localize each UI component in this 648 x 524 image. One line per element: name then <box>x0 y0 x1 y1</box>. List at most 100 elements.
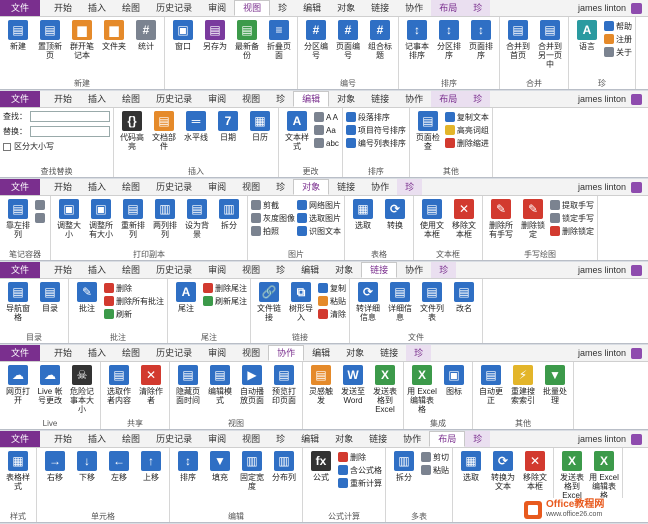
small-button[interactable]: 重新计算 <box>338 477 382 489</box>
ribbon-button[interactable]: ☁ 网页打开 <box>3 364 33 405</box>
small-button[interactable]: 关于 <box>604 46 632 58</box>
ribbon-button[interactable]: A 文本样式 <box>282 110 312 151</box>
tab-10[interactable]: 链接 <box>363 91 397 107</box>
ribbon-button[interactable]: ▤ 页面检查 <box>413 110 443 151</box>
tab-6[interactable]: 视图 <box>234 345 268 361</box>
ribbon-button[interactable]: ▤ 选取作者内容 <box>104 364 134 405</box>
ribbon-button[interactable]: ▤ 文档部件 <box>149 110 179 151</box>
ribbon-button[interactable]: ▤ 编辑模式 <box>205 364 235 405</box>
tab-8[interactable]: 对象 <box>293 179 330 195</box>
tab-2[interactable]: 插入 <box>80 262 114 278</box>
tab-10[interactable]: 链接 <box>363 0 397 16</box>
case-checkbox[interactable] <box>3 142 11 151</box>
tab-5[interactable]: 审阅 <box>200 262 234 278</box>
ribbon-button[interactable]: ▣ 图标 <box>439 364 469 396</box>
small-button[interactable]: 提取手写 <box>550 199 594 211</box>
ribbon-button[interactable]: ▼ 批量处理 <box>540 364 570 405</box>
ribbon-button[interactable]: ▤ 灵感触发 <box>306 364 336 405</box>
tab-3[interactable]: 绘图 <box>114 179 148 195</box>
ribbon-button[interactable]: ☁ Live 帐号更改 <box>35 364 65 405</box>
tab-6[interactable]: 视图 <box>234 262 268 278</box>
tab-10[interactable]: 链接 <box>361 262 398 278</box>
ribbon-button[interactable]: A 语言 <box>572 19 602 51</box>
small-button[interactable]: 锁定手写 <box>550 212 594 224</box>
tab-3[interactable]: 绘图 <box>114 345 148 361</box>
small-button[interactable]: 粘贴 <box>421 464 449 476</box>
ribbon-button[interactable]: ✎ 批注 <box>72 281 102 313</box>
ribbon-button[interactable]: ⟳ 转详细信息 <box>353 281 383 322</box>
user-name[interactable]: james linton <box>578 91 626 108</box>
ribbon-button[interactable]: ↕ 排序 <box>173 450 203 482</box>
tab-7[interactable]: 珍 <box>270 0 295 16</box>
tab-12[interactable]: 布局 <box>431 0 466 16</box>
tab-4[interactable]: 历史记录 <box>148 91 200 107</box>
small-button[interactable]: 网络图片 <box>297 199 341 211</box>
small-button[interactable]: 段落排序 <box>345 111 406 123</box>
ribbon-button[interactable]: ▤ 合并到另一页中 <box>535 19 565 69</box>
tab-2[interactable]: 插入 <box>80 91 114 107</box>
ribbon-button[interactable]: ↑ 上移 <box>136 450 166 482</box>
small-button[interactable]: A A <box>314 111 339 123</box>
ribbon-button[interactable]: 🔗 文件链接 <box>254 281 284 322</box>
small-button[interactable]: 删除所有批注 <box>104 295 164 307</box>
tab-10[interactable]: 链接 <box>372 345 406 361</box>
ribbon-button[interactable]: ▆ 群开笔记本 <box>67 19 97 60</box>
ribbon-button[interactable]: ↓ 下移 <box>72 450 102 482</box>
ribbon-button[interactable]: ▥ 拆分 <box>389 450 419 482</box>
ribbon-button[interactable]: ← 左移 <box>104 450 134 482</box>
tab-1[interactable]: 开始 <box>46 91 80 107</box>
ribbon-button[interactable]: ▥ 拆分 <box>214 198 244 230</box>
ribbon-button[interactable]: X用 Excel 编辑表格 <box>407 364 437 414</box>
tab-1[interactable]: 开始 <box>46 179 80 195</box>
small-button[interactable]: 拍照 <box>251 225 295 237</box>
tab-5[interactable]: 审阅 <box>200 179 234 195</box>
small-button[interactable]: 刷新尾注 <box>203 295 247 307</box>
tab-2[interactable]: 插入 <box>80 179 114 195</box>
avatar[interactable] <box>631 3 642 14</box>
user-name[interactable]: james linton <box>578 345 626 362</box>
tab-7[interactable]: 协作 <box>268 345 305 361</box>
tab-9[interactable]: 对象 <box>338 345 372 361</box>
tab-13[interactable]: 珍 <box>465 431 491 447</box>
tab-4[interactable]: 历史记录 <box>148 0 200 16</box>
user-name[interactable]: james linton <box>578 179 626 196</box>
tab-0[interactable]: 文件 <box>0 345 41 361</box>
tab-9[interactable]: 对象 <box>327 431 361 447</box>
tab-0[interactable]: 文件 <box>0 262 41 278</box>
small-button[interactable]: 清除 <box>318 308 346 320</box>
tab-11[interactable]: 协作 <box>397 0 431 16</box>
ribbon-button[interactable]: ▤ 目录 <box>35 281 65 313</box>
avatar[interactable] <box>631 434 642 445</box>
ribbon-button[interactable]: ✎ 删除所有手写 <box>486 198 516 239</box>
ribbon-button[interactable]: ▦ 选取 <box>348 198 378 230</box>
ribbon-button[interactable]: ▣ 调整所有大小 <box>86 198 116 239</box>
tab-10[interactable]: 协作 <box>363 179 397 195</box>
ribbon-button[interactable]: ✕ 移除文本框 <box>449 198 479 239</box>
small-button[interactable]: 删除 <box>104 282 164 294</box>
small-button[interactable]: abc <box>314 137 339 149</box>
ribbon-button[interactable]: ▤ 最新备份 <box>232 19 262 60</box>
ribbon-button[interactable]: ▥ 分布列 <box>269 450 299 482</box>
small-button[interactable]: 粘贴 <box>318 295 346 307</box>
small-button[interactable]: 注册 <box>604 33 632 45</box>
ribbon-button[interactable]: ↕ 页面排序 <box>466 19 496 60</box>
small-button[interactable] <box>35 199 47 211</box>
tab-7[interactable]: 珍 <box>268 431 293 447</box>
tab-6[interactable]: 视图 <box>234 0 271 16</box>
small-button[interactable]: 复制文本 <box>444 111 489 123</box>
ribbon-button[interactable]: ▤ 预览打印页面 <box>269 364 299 405</box>
tab-2[interactable]: 插入 <box>80 345 114 361</box>
small-button[interactable]: 灰度图像 <box>251 212 295 224</box>
tab-4[interactable]: 历史记录 <box>148 431 200 447</box>
tab-4[interactable]: 历史记录 <box>148 345 200 361</box>
small-button[interactable]: 选取图片 <box>297 212 341 224</box>
ribbon-button[interactable]: ▦ 日历 <box>245 110 275 142</box>
small-button[interactable]: 删除尾注 <box>203 282 247 294</box>
tab-3[interactable]: 绘图 <box>114 262 148 278</box>
tab-0[interactable]: 文件 <box>0 91 41 107</box>
ribbon-button[interactable]: ▣ 窗口 <box>168 19 198 51</box>
ribbon-button[interactable]: ▤ 合并到首页 <box>503 19 533 60</box>
tab-9[interactable]: 对象 <box>327 262 361 278</box>
avatar[interactable] <box>631 348 642 359</box>
ribbon-button[interactable]: ▤ 改名 <box>449 281 479 313</box>
